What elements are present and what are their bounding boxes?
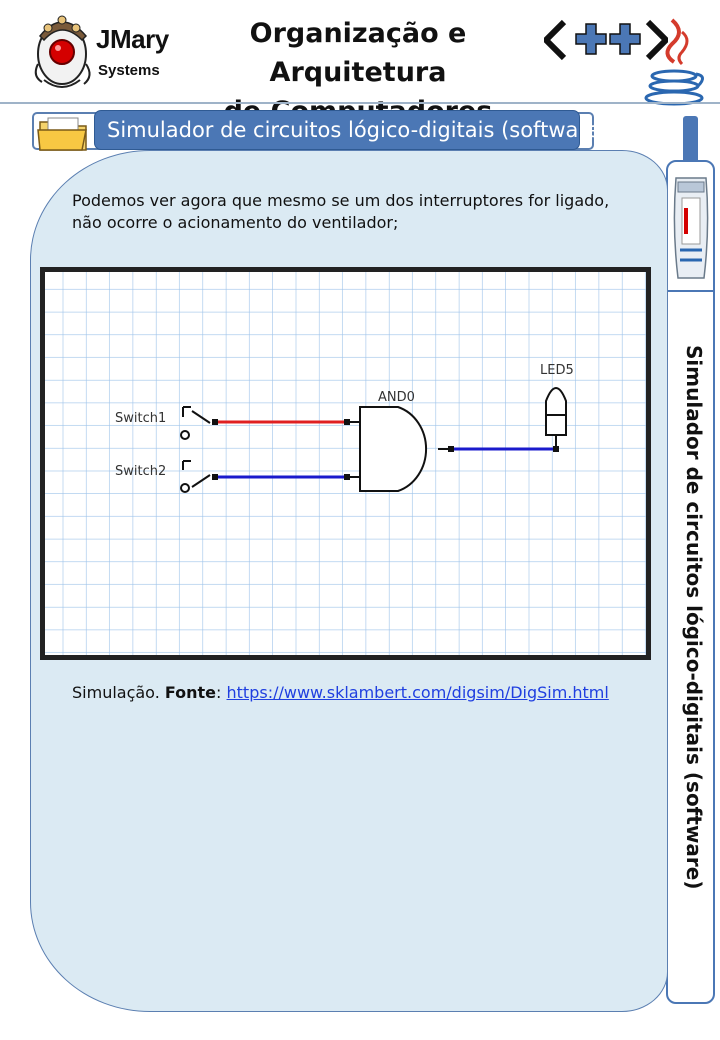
side-divider [668,290,713,292]
scroll-document-icon [673,177,709,279]
switch1-label: Switch1 [115,411,166,426]
and-gate [359,406,428,492]
logo-subtitle: Systems [98,62,160,79]
and-gate-label: AND0 [378,390,415,405]
body-paragraph: Podemos ver agora que mesmo se um dos in… [72,191,610,232]
side-tab-connector [683,116,698,166]
caption-source-label: Fonte [164,683,217,702]
java-logo-icon [644,18,704,106]
caption-separator: : [216,683,227,702]
image-caption: Simulação. Fonte: https://www.sklambert.… [72,683,609,702]
side-label: Simulador de circuitos lógico-digitais (… [682,345,706,890]
switch2-label: Switch2 [115,464,166,479]
source-link[interactable]: https://www.sklambert.com/digsim/DigSim.… [227,683,609,702]
page-title-line1: Organização e Arquitetura [249,18,467,88]
header-divider [0,102,720,104]
caption-prefix: Simulação. [72,683,165,702]
logo-name: JMary [96,24,169,54]
section-title: Simulador de circuitos lógico-digitais (… [94,110,608,150]
led-label: LED5 [540,363,574,378]
folder-icon [37,117,87,151]
circuit-simulation-image: Switch1 Switch2 AND0 LED5 [40,267,651,660]
